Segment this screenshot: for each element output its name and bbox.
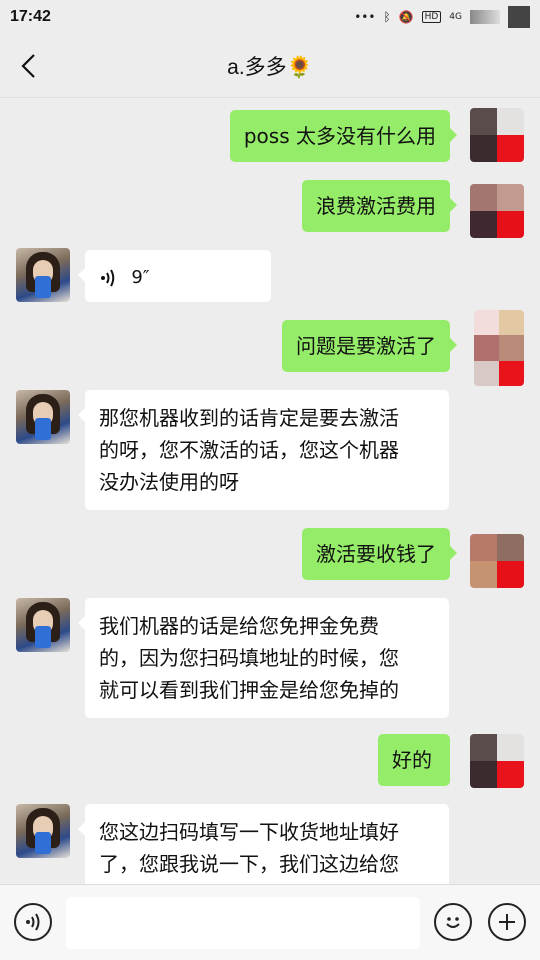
message-line: 了，您跟我说一下，我们这边给您 (99, 852, 399, 876)
back-button[interactable] (14, 50, 46, 82)
message-line: 您这边扫码填写一下收货地址填好 (99, 820, 399, 844)
emoji-icon (446, 917, 460, 928)
battery-icon (508, 6, 530, 28)
contact-avatar[interactable] (16, 248, 70, 302)
message-text: poss 太多没有什么用 (243, 124, 436, 148)
voice-message-bubble[interactable]: 9″ (78, 250, 271, 302)
message-line: 就可以看到我们押金是给您免掉的 (99, 678, 399, 702)
chat-header: a.多多🌻 (0, 34, 540, 98)
message-bubble[interactable]: 激活要收钱了 (302, 528, 457, 580)
status-icons: ••• ᛒ 🔕 HD 4G (354, 6, 530, 28)
message-row: 问题是要激活了 (0, 310, 540, 386)
message-line: 的，因为您扫码填地址的时候，您 (99, 646, 399, 670)
my-avatar[interactable] (470, 184, 524, 238)
signal-icon (470, 10, 500, 24)
emoji-button[interactable] (434, 903, 472, 941)
bluetooth-icon: ᛒ (383, 10, 391, 24)
message-line: 我们机器的话是给您免押金免费 (99, 614, 379, 638)
voice-wave-icon (101, 269, 115, 286)
mute-bell-icon: 🔕 (398, 10, 414, 24)
back-chevron-icon (21, 54, 35, 78)
message-text: 好的 (392, 748, 432, 772)
contact-avatar[interactable] (16, 598, 70, 652)
my-avatar[interactable] (470, 734, 524, 788)
contact-avatar[interactable] (16, 390, 70, 444)
chat-title: a.多多🌻 (227, 55, 313, 79)
message-row: 好的 (0, 734, 540, 794)
contact-avatar[interactable] (16, 804, 70, 858)
message-line: 的呀，您不激活的话，您这个机器 (99, 438, 399, 462)
plus-icon (499, 914, 515, 930)
message-bubble[interactable]: 浪费激活费用 (302, 180, 457, 232)
my-avatar[interactable] (474, 310, 524, 386)
my-avatar[interactable] (470, 108, 524, 162)
message-bubble[interactable]: 好的 (378, 734, 450, 786)
message-bubble[interactable]: 您这边扫码填写一下收货地址填好 了，您跟我说一下，我们这边给您 (78, 804, 449, 884)
message-bubble[interactable]: 我们机器的话是给您免押金免费 的，因为您扫码填地址的时候，您 就可以看到我们押金… (78, 598, 449, 718)
message-bubble[interactable]: 问题是要激活了 (282, 320, 457, 372)
message-line: 没办法使用的呀 (99, 470, 239, 494)
status-bar: 17:42 ••• ᛒ 🔕 HD 4G (0, 0, 540, 34)
message-line: 那您机器收到的话肯定是要去激活 (99, 406, 399, 430)
message-row: 激活要收钱了 (0, 528, 540, 594)
message-row: 那您机器收到的话肯定是要去激活 的呀，您不激活的话，您这个机器 没办法使用的呀 (0, 390, 540, 510)
message-text: 浪费激活费用 (316, 194, 436, 218)
message-text: 问题是要激活了 (296, 334, 436, 358)
hd-icon: HD (421, 11, 442, 23)
message-row: 9″ (0, 248, 540, 308)
voice-mode-icon (26, 913, 40, 931)
network-label: 4G (449, 12, 462, 22)
message-row: 您这边扫码填写一下收货地址填好 了，您跟我说一下，我们这边给您 (0, 804, 540, 884)
message-row: 浪费激活费用 (0, 180, 540, 244)
voice-mode-button[interactable] (14, 903, 52, 941)
message-bubble[interactable]: 那您机器收到的话肯定是要去激活 的呀，您不激活的话，您这个机器 没办法使用的呀 (78, 390, 449, 510)
message-bubble[interactable]: poss 太多没有什么用 (229, 110, 458, 162)
voice-duration: 9″ (131, 267, 150, 288)
input-bar (0, 884, 540, 960)
more-options-button[interactable] (488, 903, 526, 941)
message-row: poss 太多没有什么用 (0, 108, 540, 168)
my-avatar[interactable] (470, 534, 524, 588)
message-input[interactable] (66, 897, 420, 949)
message-text: 激活要收钱了 (316, 542, 436, 566)
status-time: 17:42 (10, 8, 51, 25)
more-dots-icon: ••• (354, 10, 376, 24)
message-row: 我们机器的话是给您免押金免费 的，因为您扫码填地址的时候，您 就可以看到我们押金… (0, 598, 540, 718)
chat-history[interactable]: poss 太多没有什么用 浪费激活费用 9″ 问题是要激活了 那您机器收到的话肯… (0, 98, 540, 884)
